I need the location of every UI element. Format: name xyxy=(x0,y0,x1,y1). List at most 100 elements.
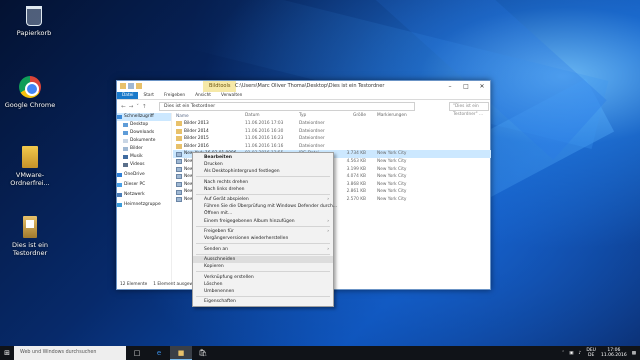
chevron-right-icon: › xyxy=(327,246,329,252)
taskbar-search-input[interactable]: Web und Windows durchsuchen xyxy=(14,346,126,360)
tab-verwalten[interactable]: Verwalten xyxy=(216,92,247,99)
nav-buttons: ← → ˅ ↑ xyxy=(117,104,159,110)
up-arrow-icon[interactable]: ↑ xyxy=(142,104,147,110)
nav-item-downloads[interactable]: Downloads xyxy=(117,129,171,137)
column-header-typ[interactable]: Typ xyxy=(299,113,339,120)
network-icon[interactable]: ▣ xyxy=(569,351,573,356)
image-file-icon xyxy=(176,182,182,188)
nav-item-videos[interactable]: Videos xyxy=(117,161,171,169)
nav-item-dokumente[interactable]: Dokumente xyxy=(117,137,171,145)
file-tags xyxy=(369,120,429,128)
desktop-icon-chrome[interactable]: Google Chrome xyxy=(0,76,62,109)
file-tags xyxy=(369,143,429,151)
nav-item-dieser-pc[interactable]: Dieser PC xyxy=(117,181,171,189)
task-view-button[interactable]: □ xyxy=(126,346,148,360)
nav-item-schnellzugriff[interactable]: Schnellzugriff xyxy=(117,113,171,121)
desktop-icon-label: Dies ist ein Testordner xyxy=(12,241,48,257)
tab-freigeben[interactable]: Freigeben xyxy=(159,92,190,99)
desktop-icon-vmware[interactable]: VMware-Ordnerfrei... xyxy=(0,146,62,187)
context-menu-item[interactable]: Öffnen mit... xyxy=(193,210,333,217)
minimize-icon[interactable]: – xyxy=(442,81,458,92)
download-icon xyxy=(123,131,128,135)
chevron-right-icon: › xyxy=(327,197,329,203)
context-menu-item[interactable]: Umbenennen xyxy=(193,288,333,295)
table-row[interactable]: Bilder 2015 11.06.2016 16:23 Dateiordner xyxy=(173,135,491,143)
context-menu-item[interactable]: Kopieren xyxy=(193,263,333,270)
menu-separator xyxy=(196,194,330,196)
input-language[interactable]: DEU DE xyxy=(586,348,596,359)
music-icon xyxy=(123,155,128,159)
store-icon: 🛍 xyxy=(198,349,208,357)
context-tab-bildtools[interactable]: Bildtools xyxy=(203,81,237,92)
taskbar-edge-button[interactable]: e xyxy=(148,346,170,360)
context-menu-item[interactable]: Ausschneiden xyxy=(193,256,333,264)
column-header-datum[interactable]: Datum xyxy=(245,113,299,120)
tab-start[interactable]: Start xyxy=(138,92,159,99)
forward-arrow-icon[interactable]: → xyxy=(129,104,134,110)
address-bar[interactable]: Dies ist ein Testordner xyxy=(159,102,415,111)
context-menu-item[interactable]: Senden an › xyxy=(193,246,333,253)
maximize-icon[interactable]: □ xyxy=(458,81,474,92)
file-name: Bilder 2013 xyxy=(173,120,245,128)
table-row[interactable]: Bilder 2016 11.06.2016 16:16 Dateiordner xyxy=(173,143,491,151)
nav-item-bilder[interactable]: Bilder xyxy=(117,145,171,153)
back-arrow-icon[interactable]: ← xyxy=(121,104,126,110)
title-bar[interactable]: Bildtools C:\Users\Marc Oliver Thoma\Des… xyxy=(117,81,490,92)
desktop-icon-label: Papierkorb xyxy=(16,29,52,37)
nav-item-desktop[interactable]: Desktop xyxy=(117,121,171,129)
table-row[interactable]: Bilder 2014 11.06.2016 16:30 Dateiordner xyxy=(173,128,491,136)
context-menu-item[interactable]: Vorgängerversionen wiederherstellen xyxy=(193,235,333,242)
table-row[interactable]: Bilder 2013 11.06.2016 17:03 Dateiordner xyxy=(173,120,491,128)
context-menu-item[interactable]: Führen Sie die Überprüfung mit Windows D… xyxy=(193,203,337,210)
context-menu-item[interactable]: Freigeben für › xyxy=(193,228,333,235)
context-menu-item[interactable]: Nach rechts drehen xyxy=(193,179,333,186)
nav-item-musik[interactable]: Musik xyxy=(117,153,171,161)
desktop-icon-testordner[interactable]: Dies ist ein Testordner xyxy=(0,216,62,257)
file-name: Bilder 2015 xyxy=(173,135,245,143)
chevron-down-icon[interactable]: ˅ xyxy=(136,104,139,110)
nav-item-onedrive[interactable]: OneDrive xyxy=(117,171,171,179)
notifications-icon[interactable]: ▩ xyxy=(632,351,636,356)
file-size xyxy=(339,143,369,151)
document-icon xyxy=(123,139,128,143)
taskbar-explorer-button[interactable]: ■ xyxy=(170,346,192,360)
context-menu-item[interactable]: Als Desktophintergrund festlegen xyxy=(193,168,333,175)
context-menu-item[interactable]: Drucken xyxy=(193,161,333,168)
quick-access-toolbar xyxy=(120,83,142,89)
context-menu-item[interactable]: Einem freigegebenen Album hinzufügen › xyxy=(193,218,333,225)
tab-ansicht[interactable]: Ansicht xyxy=(190,92,216,99)
file-date: 11.06.2016 17:03 xyxy=(245,121,284,126)
nav-item-netzwerk[interactable]: Netzwerk xyxy=(117,191,171,199)
close-icon[interactable]: ✕ xyxy=(474,81,490,92)
star-icon xyxy=(117,115,122,119)
image-file-icon xyxy=(176,189,182,195)
address-row: ← → ˅ ↑ Dies ist ein Testordner "Dies is… xyxy=(117,101,490,117)
column-header-markierungen[interactable]: Markierungen xyxy=(369,113,429,120)
context-menu-item[interactable]: Bearbeiten xyxy=(193,154,333,161)
context-menu-item[interactable]: Eigenschaften xyxy=(193,298,333,305)
context-menu-item[interactable]: Löschen xyxy=(193,281,333,288)
search-input[interactable]: "Dies ist ein Testordner" ... xyxy=(449,102,489,117)
system-tray: ˄ ▣ ♪ DEU DE 17:06 11.06.2016 ▩ xyxy=(562,346,636,360)
desktop-icon-recycle-bin[interactable]: Papierkorb xyxy=(2,6,66,37)
new-folder-icon[interactable] xyxy=(136,83,142,89)
properties-icon[interactable] xyxy=(128,83,134,89)
context-menu-item[interactable]: Nach links drehen xyxy=(193,186,333,193)
context-menu-item[interactable]: Verknüpfung erstellen xyxy=(193,274,333,281)
column-header-groesse[interactable]: Größe xyxy=(339,113,369,120)
clock[interactable]: 17:06 11.06.2016 xyxy=(601,348,627,359)
image-file-icon xyxy=(176,159,182,165)
context-menu-item[interactable]: Auf Gerät abspielen › xyxy=(193,196,333,203)
volume-icon[interactable]: ♪ xyxy=(578,351,581,356)
file-type: Dateiordner xyxy=(299,136,325,142)
taskbar-store-button[interactable]: 🛍 xyxy=(192,346,214,360)
column-header-name[interactable]: Name xyxy=(173,113,245,120)
chevron-up-icon[interactable]: ˄ xyxy=(562,351,564,356)
folder-icon xyxy=(176,121,182,127)
desktop-icon xyxy=(123,123,128,127)
start-button[interactable]: ⊞ xyxy=(0,346,14,360)
nav-item-heimnetzgruppe[interactable]: Heimnetzgruppe xyxy=(117,201,171,209)
image-file-icon xyxy=(176,166,182,172)
tab-datei[interactable]: Datei xyxy=(117,92,139,99)
folder-icon[interactable] xyxy=(120,83,126,89)
